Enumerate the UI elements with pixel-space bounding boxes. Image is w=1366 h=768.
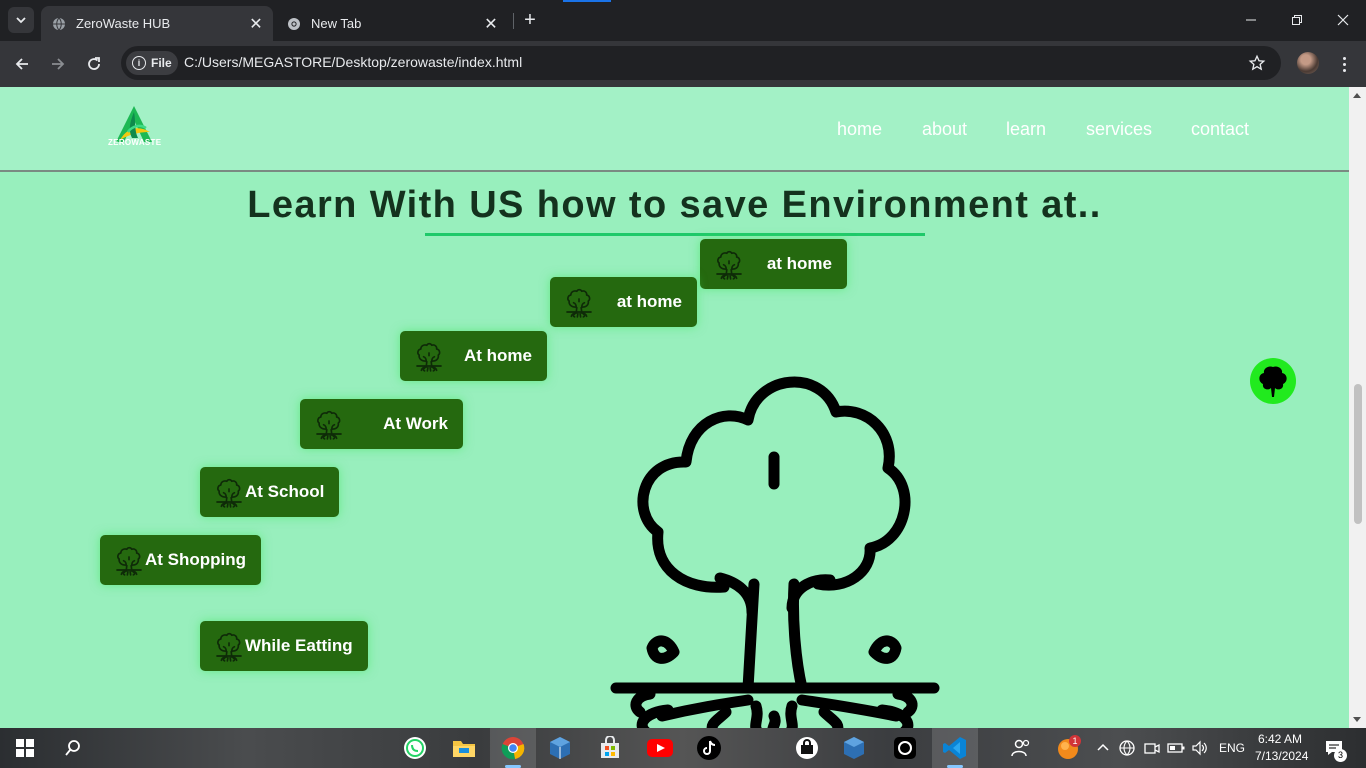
globe-icon: [51, 16, 67, 32]
restore-icon[interactable]: [1282, 8, 1312, 32]
virtualbox-icon-2[interactable]: [841, 735, 867, 761]
bookmark-star-icon[interactable]: [1246, 52, 1268, 74]
nav-link-home[interactable]: home: [837, 119, 882, 140]
learn-button-at-home-2[interactable]: at home: [550, 277, 697, 327]
clock-time[interactable]: 6:42 AM: [1258, 732, 1302, 746]
windows-start-icon[interactable]: [12, 735, 38, 761]
learn-button-at-school[interactable]: At School: [200, 467, 339, 517]
tab-title: ZeroWaste HUB: [76, 16, 171, 31]
windows-taskbar: 1 ENG 6:42 AM 7/13/2024 3: [0, 728, 1366, 768]
new-tab-plus-icon[interactable]: +: [519, 9, 541, 31]
input-language[interactable]: ENG: [1219, 741, 1245, 755]
nav-link-learn[interactable]: learn: [1006, 119, 1046, 140]
clock-date[interactable]: 7/13/2024: [1255, 749, 1308, 763]
scheme-label: File: [151, 56, 172, 70]
scroll-up-icon[interactable]: [1353, 93, 1361, 98]
site-header: ZEROWASTE home about learn services cont…: [0, 87, 1349, 172]
search-icon[interactable]: [60, 735, 86, 761]
button-label: At School: [245, 482, 325, 501]
vscode-icon[interactable]: [942, 735, 968, 761]
tab-separator: [513, 13, 514, 29]
learn-button-at-home-1[interactable]: at home: [700, 239, 847, 289]
button-label: At Work: [383, 414, 448, 433]
github-desktop-icon[interactable]: [892, 735, 918, 761]
page-title: Learn With US how to save Environment at…: [247, 184, 1102, 226]
app-icon-bag[interactable]: [794, 735, 820, 761]
scroll-down-icon[interactable]: [1353, 717, 1361, 722]
learn-button-at-shopping[interactable]: At Shopping: [100, 535, 261, 585]
page-viewport: ZEROWASTE home about learn services cont…: [0, 87, 1349, 728]
nav-link-contact[interactable]: contact: [1191, 119, 1249, 140]
button-label: at home: [766, 254, 832, 273]
site-info-chip[interactable]: i File: [126, 51, 178, 75]
app-badge: 1: [1069, 735, 1081, 747]
minimize-icon[interactable]: [1236, 8, 1266, 32]
logo-text: ZEROWASTE: [108, 138, 162, 147]
battery-icon[interactable]: [1166, 735, 1186, 761]
people-icon[interactable]: [1008, 735, 1034, 761]
youtube-icon[interactable]: [647, 735, 673, 761]
tree-icon: [565, 288, 593, 318]
browser-toolbar: i File C:/Users/MEGASTORE/Desktop/zerowa…: [0, 41, 1366, 87]
tiktok-icon[interactable]: [696, 735, 722, 761]
nav-link-about[interactable]: about: [922, 119, 967, 140]
notification-count-badge: 3: [1334, 749, 1347, 762]
learn-button-at-work[interactable]: At Work: [300, 399, 463, 449]
tab-search-button[interactable]: [8, 7, 34, 33]
browser-tabstrip: ZeroWaste HUB ✕ New Tab ✕ +: [0, 0, 1366, 41]
virtualbox-icon[interactable]: [547, 735, 573, 761]
tree-icon: [115, 546, 143, 576]
button-label: At Shopping: [145, 550, 247, 569]
meet-now-icon[interactable]: [1142, 735, 1162, 761]
tree-icon: [215, 478, 243, 508]
volume-icon[interactable]: [1189, 735, 1211, 761]
tab-drag-indicator: [563, 0, 611, 2]
close-window-icon[interactable]: [1328, 8, 1358, 32]
floating-tree-button[interactable]: [1250, 358, 1296, 404]
close-tab-icon[interactable]: ✕: [482, 15, 500, 33]
learn-button-while-eating[interactable]: While Eatting: [200, 621, 368, 671]
tab-title: New Tab: [311, 16, 362, 31]
whatsapp-icon[interactable]: [402, 735, 428, 761]
address-bar[interactable]: i File C:/Users/MEGASTORE/Desktop/zerowa…: [121, 46, 1281, 80]
info-icon: i: [132, 56, 146, 70]
file-explorer-icon[interactable]: [451, 735, 477, 761]
nav-link-services[interactable]: services: [1086, 119, 1152, 140]
chevron-down-icon: [16, 17, 26, 24]
chevron-up-icon[interactable]: [1093, 735, 1113, 761]
url-text[interactable]: C:/Users/MEGASTORE/Desktop/zerowaste/ind…: [184, 54, 522, 70]
tree-icon: [715, 250, 743, 280]
chrome-taskbar-icon[interactable]: [500, 735, 526, 761]
tab-new-tab[interactable]: New Tab ✕: [282, 6, 508, 41]
tree-icon: [1259, 366, 1287, 397]
profile-avatar[interactable]: [1297, 52, 1319, 74]
chrome-icon: [286, 16, 302, 32]
tree-icon: [215, 632, 243, 662]
forward-arrow-icon[interactable]: [45, 51, 71, 77]
title-underline: [425, 233, 925, 236]
tree-icon: [415, 342, 443, 372]
back-arrow-icon[interactable]: [9, 51, 35, 77]
reload-icon[interactable]: [81, 51, 107, 77]
close-tab-icon[interactable]: ✕: [247, 15, 265, 33]
network-globe-icon[interactable]: [1117, 735, 1137, 761]
tab-zerowaste-hub[interactable]: ZeroWaste HUB ✕: [41, 6, 273, 41]
button-label: at home: [616, 292, 682, 311]
more-menu-icon[interactable]: [1334, 52, 1354, 76]
learn-button-at-home-3[interactable]: At home: [400, 331, 547, 381]
tree-icon: [315, 410, 343, 440]
button-label: While Eatting: [245, 636, 353, 655]
page-scrollbar[interactable]: [1349, 87, 1366, 728]
scroll-thumb[interactable]: [1354, 384, 1362, 524]
microsoft-store-icon[interactable]: [597, 735, 623, 761]
tree-illustration-icon: [610, 376, 940, 728]
button-label: At home: [464, 346, 532, 365]
